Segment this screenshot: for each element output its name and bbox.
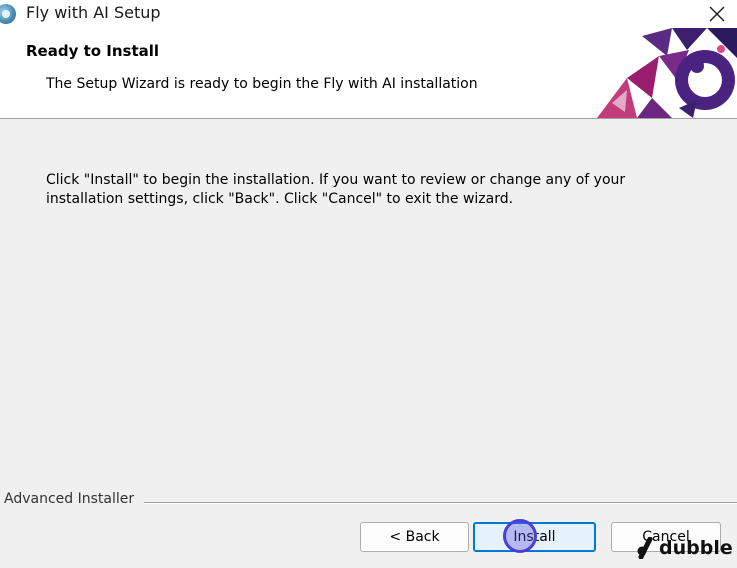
watermark-text: dubble (659, 537, 733, 559)
instructions-line-1: Click "Install" to begin the installatio… (46, 172, 626, 188)
banner-graphic (597, 28, 737, 118)
app-disc-icon (0, 4, 16, 24)
watermark: dubble (637, 533, 733, 563)
title-bar: Fly with AI Setup (0, 0, 737, 28)
close-icon (709, 6, 725, 22)
instructions-text: Click "Install" to begin the installatio… (46, 171, 646, 209)
click-indicator (503, 519, 537, 553)
close-button[interactable] (697, 0, 737, 28)
window-title: Fly with AI Setup (26, 3, 161, 22)
footer-separator (144, 502, 737, 504)
dubble-logo-icon (637, 537, 653, 559)
back-button[interactable]: < Back (360, 522, 469, 552)
brand-label: Advanced Installer (4, 491, 143, 507)
page-title: Ready to Install (26, 42, 160, 60)
page-subtitle: The Setup Wizard is ready to begin the F… (46, 76, 478, 92)
instructions-line-2: installation settings, click "Back". Cli… (46, 191, 514, 207)
wizard-header: Ready to Install The Setup Wizard is rea… (0, 28, 737, 119)
